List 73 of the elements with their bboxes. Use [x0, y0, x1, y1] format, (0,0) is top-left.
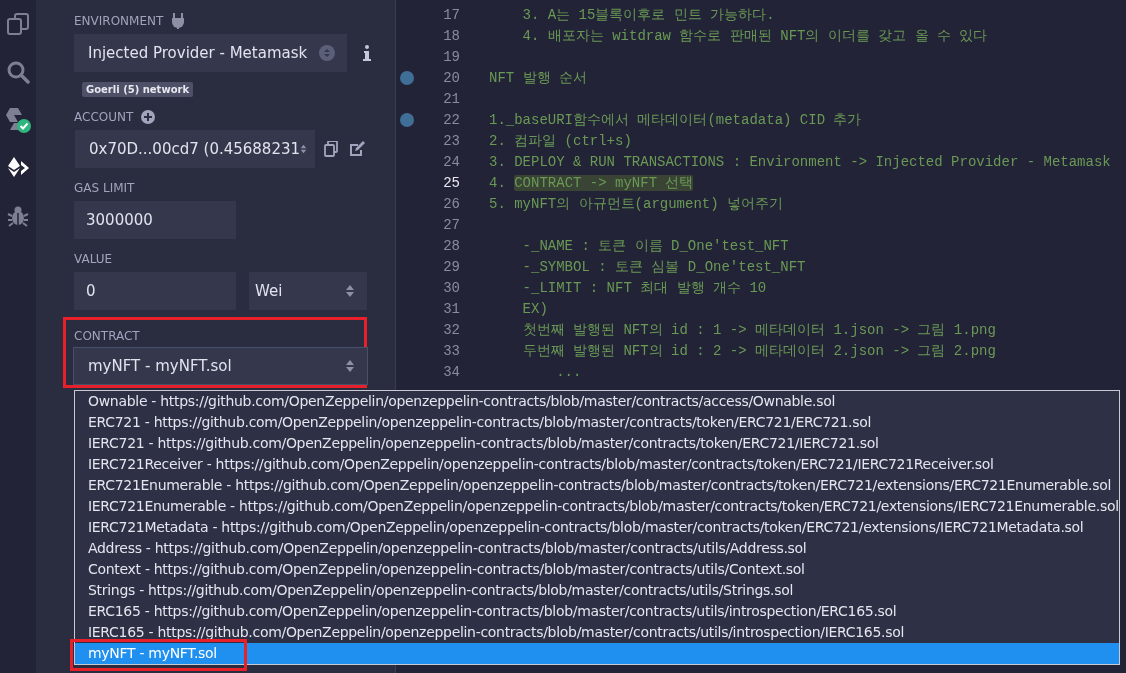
dropdown-option[interactable]: IERC721Metadata - https://github.com/OpenZeppelin/openzeppelin-contracts/blob/master/contracts/token/ERC721/extensions/IERC721Metadata.sol: [75, 517, 1119, 538]
code-line: -_NAME : 토큰 이름 D_One'test_NFT: [521, 237, 789, 254]
copy-icon[interactable]: [324, 141, 338, 157]
contract-select[interactable]: myNFT - myNFT.sol: [73, 347, 368, 385]
selected-text: CONTRACT -> myNFT 선택: [514, 174, 694, 191]
code-line: 4. 배포자는 witdraw 함수로 판매된 NFT의 이더를 갖고 올 수 있다: [521, 27, 988, 44]
code-line: 1._baseURI함수에서 메타데이터(metadata) CID 추가: [489, 111, 862, 128]
search-icon[interactable]: [6, 60, 30, 84]
line-number: 28: [442, 237, 460, 254]
gas-limit-label: GAS LIMIT: [74, 181, 135, 195]
code-line: 2. 컴파일 (ctrl+s): [489, 132, 632, 149]
dropdown-option[interactable]: IERC721Enumerable - https://github.com/OpenZeppelin/openzeppelin-contracts/blob/master/contracts/token/ERC721/extensions/IERC721Enumerable.sol: [75, 496, 1119, 517]
line-number: 31: [442, 300, 460, 317]
info-icon[interactable]: [363, 45, 371, 61]
code-line: 3. A는 15블록이후로 민트 가능하다.: [521, 6, 775, 23]
code-line: 4.: [489, 174, 507, 191]
line-number: 24: [442, 153, 460, 170]
account-label: ACCOUNT: [74, 110, 134, 124]
line-number: 21: [442, 90, 460, 107]
dropdown-option[interactable]: ERC165 - https://github.com/OpenZeppelin/openzeppelin-contracts/blob/master/contracts/utils/introspection/ERC165.sol: [75, 601, 1119, 622]
line-number: 29: [442, 258, 460, 275]
line-number: 18: [442, 27, 460, 44]
up-down-arrows-icon: [319, 45, 335, 61]
account-select[interactable]: 0x70D...00cd7 (0.45688231: [75, 130, 315, 168]
code-line: -_SYMBOL : 토큰 심볼 D_One'test_NFT: [521, 258, 806, 275]
up-down-arrows-icon: [345, 359, 355, 373]
files-icon[interactable]: [6, 12, 30, 36]
compiler-icon[interactable]: [4, 106, 32, 134]
code-line: 첫번째 발행된 NFT의 id : 1 -> 메타데이터 1.json -> 그림 1.png: [521, 321, 996, 338]
bug-icon[interactable]: [6, 204, 30, 228]
code-line: ...: [555, 363, 582, 380]
value-label: VALUE: [74, 252, 113, 266]
dropdown-option[interactable]: IERC165 - https://github.com/OpenZeppelin/openzeppelin-contracts/blob/master/contracts/utils/introspection/IERC165.sol: [75, 622, 1119, 643]
value-field[interactable]: 0: [74, 272, 236, 310]
code-line: 3. DEPLOY & RUN TRANSACTIONS : Environment -> Injected Provider - Metamask: [489, 153, 1111, 170]
line-number: 26: [442, 195, 460, 212]
unit-select[interactable]: Wei: [249, 272, 367, 310]
up-down-arrows-icon: [345, 284, 355, 298]
environment-select[interactable]: Injected Provider - Metamask: [74, 34, 347, 72]
line-number: 33: [442, 342, 460, 359]
plus-icon[interactable]: [141, 110, 156, 124]
edit-icon[interactable]: [349, 141, 365, 157]
dropdown-option[interactable]: IERC721 - https://github.com/OpenZeppelin/openzeppelin-contracts/blob/master/contracts/token/ERC721/IERC721.sol: [75, 433, 1119, 454]
dropdown-option[interactable]: IERC721Receiver - https://github.com/OpenZeppelin/openzeppelin-contracts/blob/master/contracts/token/ERC721/IERC721Receiver.sol: [75, 454, 1119, 475]
code-line: 5. myNFT의 아규먼트(argument) 넣어주기: [489, 195, 784, 212]
plug-icon: [171, 13, 186, 29]
code-line: -_LIMIT : NFT 최대 발행 개수 10: [521, 279, 767, 296]
gas-limit-field[interactable]: 3000000: [74, 201, 236, 239]
line-number: 22: [442, 111, 460, 128]
dropdown-option[interactable]: Ownable - https://github.com/OpenZeppelin/openzeppelin-contracts/blob/master/contracts/access/Ownable.sol: [75, 391, 1119, 412]
line-number: 27: [442, 216, 460, 233]
code-line: EX): [521, 300, 548, 317]
dropdown-option[interactable]: Address - https://github.com/OpenZeppelin/openzeppelin-contracts/blob/master/contracts/utils/Address.sol: [75, 538, 1119, 559]
environment-label: ENVIRONMENT: [74, 14, 164, 28]
breakpoint-icon[interactable]: [400, 112, 414, 127]
dropdown-option[interactable]: Strings - https://github.com/OpenZeppelin/openzeppelin-contracts/blob/master/contracts/utils/Strings.sol: [75, 580, 1119, 601]
line-number: 23: [442, 132, 460, 149]
network-badge: Goerli (5) network: [82, 82, 194, 97]
line-number: 34: [442, 363, 460, 380]
line-number: 20: [442, 69, 460, 86]
breakpoint-icon[interactable]: [400, 70, 414, 85]
dropdown-option[interactable]: ERC721Enumerable - https://github.com/OpenZeppelin/openzeppelin-contracts/blob/master/contracts/token/ERC721/extensions/ERC721Enumerable.sol: [75, 475, 1119, 496]
line-number: 25: [442, 174, 460, 191]
contract-label: CONTRACT: [74, 329, 140, 343]
line-number: 32: [442, 321, 460, 338]
code-line: 두번째 발행된 NFT의 id : 2 -> 메타데이터 2.json -> 그림 2.png: [521, 342, 996, 359]
dropdown-option[interactable]: ERC721 - https://github.com/OpenZeppelin/openzeppelin-contracts/blob/master/contracts/token/ERC721/ERC721.sol: [75, 412, 1119, 433]
line-number: 17: [442, 6, 460, 23]
dropdown-option[interactable]: Context - https://github.com/OpenZeppelin/openzeppelin-contracts/blob/master/contracts/utils/Context.sol: [75, 559, 1119, 580]
up-down-arrows-icon: [300, 142, 307, 156]
line-number: 30: [442, 279, 460, 296]
line-number: 19: [442, 48, 460, 65]
code-line: NFT 발행 순서: [489, 69, 587, 86]
